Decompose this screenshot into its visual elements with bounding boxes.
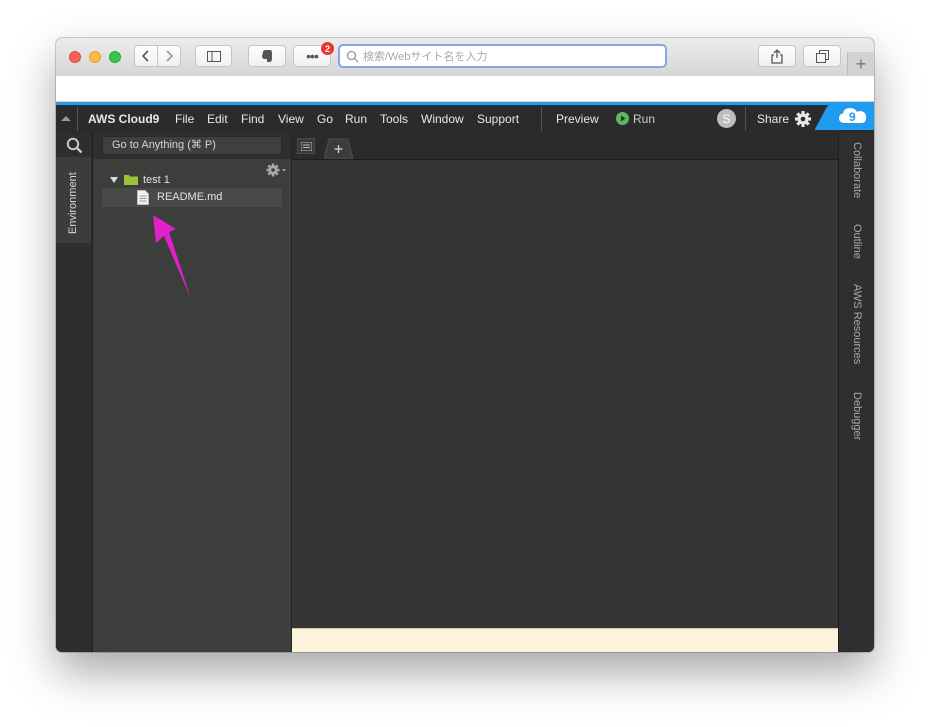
menu-go[interactable]: Go xyxy=(317,105,333,133)
zoom-window-button[interactable] xyxy=(109,51,121,63)
tab-environment[interactable]: Environment xyxy=(56,157,91,243)
annotation-arrow-icon xyxy=(153,215,191,299)
search-icon xyxy=(66,137,83,154)
forward-button[interactable] xyxy=(157,45,181,67)
new-tab-plus-button[interactable] xyxy=(323,138,354,160)
avatar[interactable]: S xyxy=(717,109,736,128)
file-tree-panel: Go to Anything (⌘ P) test 1 README.md xyxy=(93,133,292,652)
divider xyxy=(77,107,78,131)
sidebar-icon xyxy=(206,50,221,62)
plus-icon xyxy=(323,138,354,160)
right-panel-strip: Collaborate Outline AWS Resources Debugg… xyxy=(838,133,874,652)
list-icon xyxy=(301,142,312,151)
menu-support[interactable]: Support xyxy=(477,105,519,133)
menu-window[interactable]: Window xyxy=(421,105,464,133)
share-button[interactable]: Share xyxy=(757,105,789,133)
share-page-button[interactable] xyxy=(758,45,796,67)
browser-toolbar: ••• 2 検索/Webサイト名を入力 + xyxy=(56,38,874,77)
cloud9-logo-icon: 9 xyxy=(839,108,867,124)
tab-aws-resources[interactable]: AWS Resources xyxy=(851,284,863,364)
svg-text:9: 9 xyxy=(849,110,856,124)
sidebar-toggle-button[interactable] xyxy=(195,45,232,67)
run-button[interactable]: Run xyxy=(633,105,655,133)
tabs-icon xyxy=(815,49,829,63)
collapse-up-icon[interactable] xyxy=(60,114,72,122)
share-icon xyxy=(771,48,783,64)
tab-collaborate[interactable]: Collaborate xyxy=(851,142,863,198)
notification-badge: 2 xyxy=(321,42,334,55)
brand-menu[interactable]: AWS Cloud9 xyxy=(88,105,159,133)
menu-edit[interactable]: Edit xyxy=(207,105,228,133)
divider xyxy=(541,107,542,131)
preview-button[interactable]: Preview xyxy=(556,105,599,133)
evernote-extension-button[interactable] xyxy=(248,45,286,67)
browser-window: ••• 2 検索/Webサイト名を入力 + AWS Cloud9 File Ed… xyxy=(56,38,874,652)
tabs-overview-button[interactable] xyxy=(803,45,841,67)
divider xyxy=(745,107,746,131)
search-icon xyxy=(346,50,359,62)
more-icon: ••• xyxy=(306,48,319,64)
minimize-window-button[interactable] xyxy=(89,51,101,63)
menu-tools[interactable]: Tools xyxy=(380,105,408,133)
chevron-right-icon xyxy=(166,50,174,62)
tab-debugger[interactable]: Debugger xyxy=(851,392,863,440)
tab-outline[interactable]: Outline xyxy=(851,224,863,259)
cloud9-logo-tab[interactable]: 9 xyxy=(836,102,874,130)
run-icon xyxy=(616,112,629,125)
address-placeholder: 検索/Webサイト名を入力 xyxy=(363,51,488,63)
left-panel-strip: Environment xyxy=(56,133,93,652)
back-button[interactable] xyxy=(134,45,158,67)
status-notice-bar xyxy=(292,628,838,652)
gear-icon[interactable] xyxy=(794,110,812,128)
ide-menubar: AWS Cloud9 File Edit Find View Go Run To… xyxy=(56,102,874,133)
menu-view[interactable]: View xyxy=(278,105,304,133)
search-toggle[interactable] xyxy=(56,133,91,157)
menu-run[interactable]: Run xyxy=(345,105,367,133)
menu-find[interactable]: Find xyxy=(241,105,264,133)
page-top-strip xyxy=(56,76,874,102)
chevron-left-icon xyxy=(141,50,149,62)
tab-list-button[interactable] xyxy=(297,138,315,154)
elephant-icon xyxy=(262,50,272,62)
editor-tab-bar xyxy=(292,133,838,160)
new-tab-button[interactable]: + xyxy=(847,52,874,76)
menu-file[interactable]: File xyxy=(175,105,194,133)
close-window-button[interactable] xyxy=(69,51,81,63)
tab-environment-label: Environment xyxy=(67,172,79,234)
address-bar[interactable]: 検索/Webサイト名を入力 xyxy=(338,44,667,68)
editor-area xyxy=(292,133,838,652)
